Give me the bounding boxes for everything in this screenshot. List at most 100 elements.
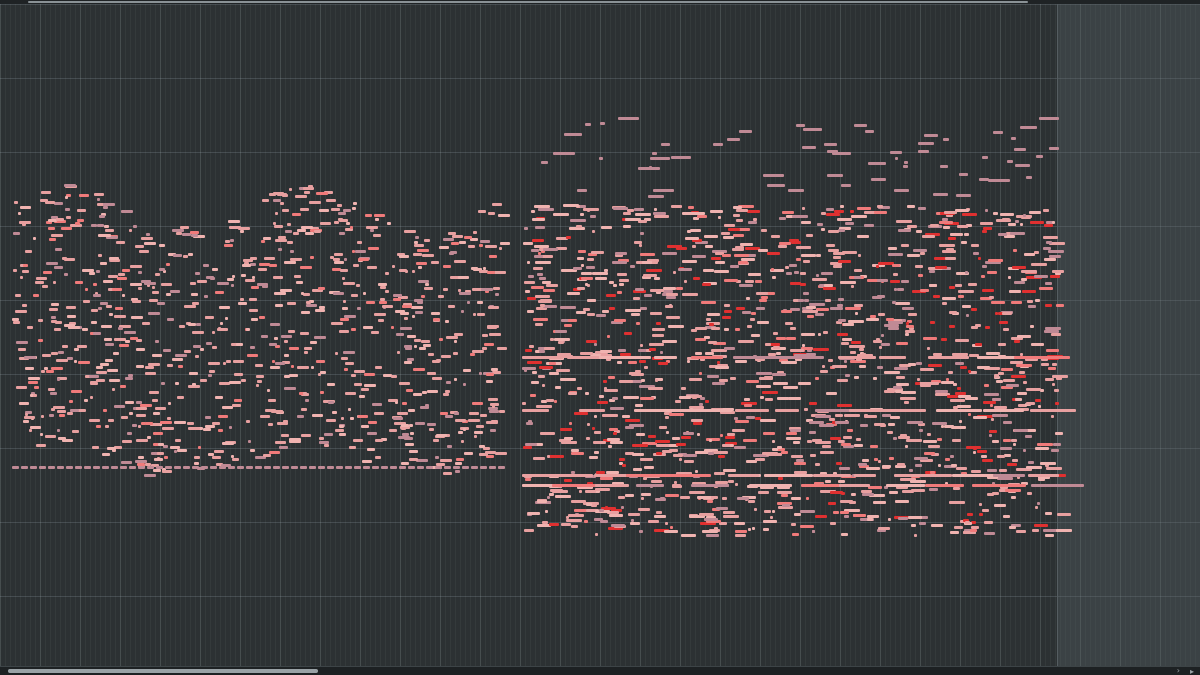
midi-note[interactable]	[41, 370, 45, 373]
midi-note[interactable]	[746, 380, 759, 383]
midi-note[interactable]	[730, 265, 739, 268]
midi-note[interactable]	[813, 474, 851, 477]
midi-note[interactable]	[833, 252, 845, 255]
midi-note[interactable]	[602, 414, 618, 417]
midi-note[interactable]	[415, 236, 419, 239]
midi-note[interactable]	[175, 354, 187, 357]
midi-note[interactable]	[333, 292, 344, 295]
midi-note[interactable]	[546, 399, 554, 402]
midi-note[interactable]	[738, 261, 748, 264]
midi-note[interactable]	[549, 372, 559, 375]
midi-note[interactable]	[786, 437, 801, 440]
midi-note[interactable]	[318, 466, 325, 469]
midi-note[interactable]	[873, 501, 886, 504]
midi-note[interactable]	[817, 223, 823, 226]
midi-note[interactable]	[648, 435, 656, 438]
midi-note[interactable]	[867, 515, 879, 518]
midi-note[interactable]	[279, 446, 288, 449]
midi-note[interactable]	[535, 226, 545, 229]
midi-note[interactable]	[992, 414, 1008, 417]
midi-note[interactable]	[847, 429, 853, 432]
midi-note[interactable]	[968, 413, 971, 416]
midi-note[interactable]	[644, 466, 654, 469]
midi-note[interactable]	[414, 345, 417, 348]
midi-note[interactable]	[405, 443, 414, 446]
midi-note[interactable]	[12, 466, 19, 469]
midi-note[interactable]	[838, 440, 844, 443]
midi-note[interactable]	[305, 399, 309, 402]
midi-note[interactable]	[793, 441, 800, 444]
midi-note[interactable]	[104, 225, 109, 228]
midi-note[interactable]	[345, 466, 352, 469]
midi-note[interactable]	[251, 318, 258, 321]
midi-note[interactable]	[241, 274, 246, 277]
midi-note[interactable]	[157, 302, 165, 305]
midi-note[interactable]	[90, 382, 98, 385]
midi-note[interactable]	[884, 324, 899, 327]
midi-note[interactable]	[569, 422, 572, 425]
midi-note[interactable]	[1035, 399, 1041, 402]
midi-note[interactable]	[406, 389, 413, 392]
midi-note[interactable]	[1034, 275, 1048, 278]
midi-note[interactable]	[428, 353, 434, 356]
midi-note[interactable]	[453, 466, 460, 469]
midi-note[interactable]	[574, 412, 588, 415]
midi-note[interactable]	[91, 224, 97, 227]
midi-note[interactable]	[342, 277, 345, 280]
midi-note[interactable]	[641, 379, 645, 382]
midi-note[interactable]	[250, 346, 255, 349]
midi-note[interactable]	[237, 466, 244, 469]
midi-note[interactable]	[594, 431, 601, 434]
midi-note[interactable]	[375, 439, 383, 442]
midi-note[interactable]	[409, 450, 418, 453]
midi-note[interactable]	[1012, 459, 1018, 462]
midi-note[interactable]	[405, 270, 408, 273]
midi-note[interactable]	[1034, 524, 1048, 527]
midi-note[interactable]	[935, 266, 947, 269]
midi-note[interactable]	[711, 327, 720, 330]
midi-note[interactable]	[630, 522, 640, 525]
midi-note[interactable]	[367, 432, 377, 435]
midi-note[interactable]	[1003, 328, 1009, 331]
midi-note[interactable]	[66, 466, 73, 469]
midi-note[interactable]	[927, 347, 930, 350]
midi-note[interactable]	[535, 295, 550, 298]
midi-note[interactable]	[342, 330, 349, 333]
midi-note[interactable]	[815, 463, 820, 466]
midi-note[interactable]	[455, 470, 460, 473]
midi-note[interactable]	[977, 450, 987, 453]
midi-note[interactable]	[488, 398, 498, 401]
midi-note[interactable]	[539, 366, 553, 369]
midi-note[interactable]	[212, 331, 215, 334]
midi-note[interactable]	[443, 393, 449, 396]
midi-note[interactable]	[524, 529, 534, 532]
midi-note[interactable]	[900, 397, 916, 400]
midi-note[interactable]	[255, 364, 263, 367]
midi-note[interactable]	[815, 441, 831, 444]
midi-note[interactable]	[638, 508, 650, 511]
midi-note[interactable]	[785, 266, 789, 269]
midi-note[interactable]	[826, 213, 840, 216]
midi-note[interactable]	[418, 266, 422, 269]
midi-note[interactable]	[966, 446, 981, 449]
midi-note[interactable]	[991, 418, 994, 421]
midi-note[interactable]	[1023, 449, 1026, 452]
midi-note[interactable]	[1011, 375, 1026, 378]
midi-note[interactable]	[564, 324, 572, 327]
midi-note[interactable]	[277, 193, 287, 196]
midi-note[interactable]	[1045, 378, 1054, 381]
midi-note[interactable]	[1047, 356, 1067, 359]
midi-note[interactable]	[720, 434, 723, 437]
midi-note[interactable]	[98, 254, 102, 257]
midi-note[interactable]	[607, 438, 620, 441]
midi-note[interactable]	[215, 291, 224, 294]
midi-note[interactable]	[854, 276, 861, 279]
midi-note[interactable]	[931, 524, 943, 527]
midi-note[interactable]	[1000, 447, 1012, 450]
midi-note[interactable]	[996, 380, 1003, 383]
midi-note[interactable]	[950, 455, 954, 458]
midi-note[interactable]	[421, 340, 430, 343]
midi-note[interactable]	[101, 325, 112, 328]
midi-note[interactable]	[839, 467, 850, 470]
midi-note[interactable]	[121, 210, 133, 213]
